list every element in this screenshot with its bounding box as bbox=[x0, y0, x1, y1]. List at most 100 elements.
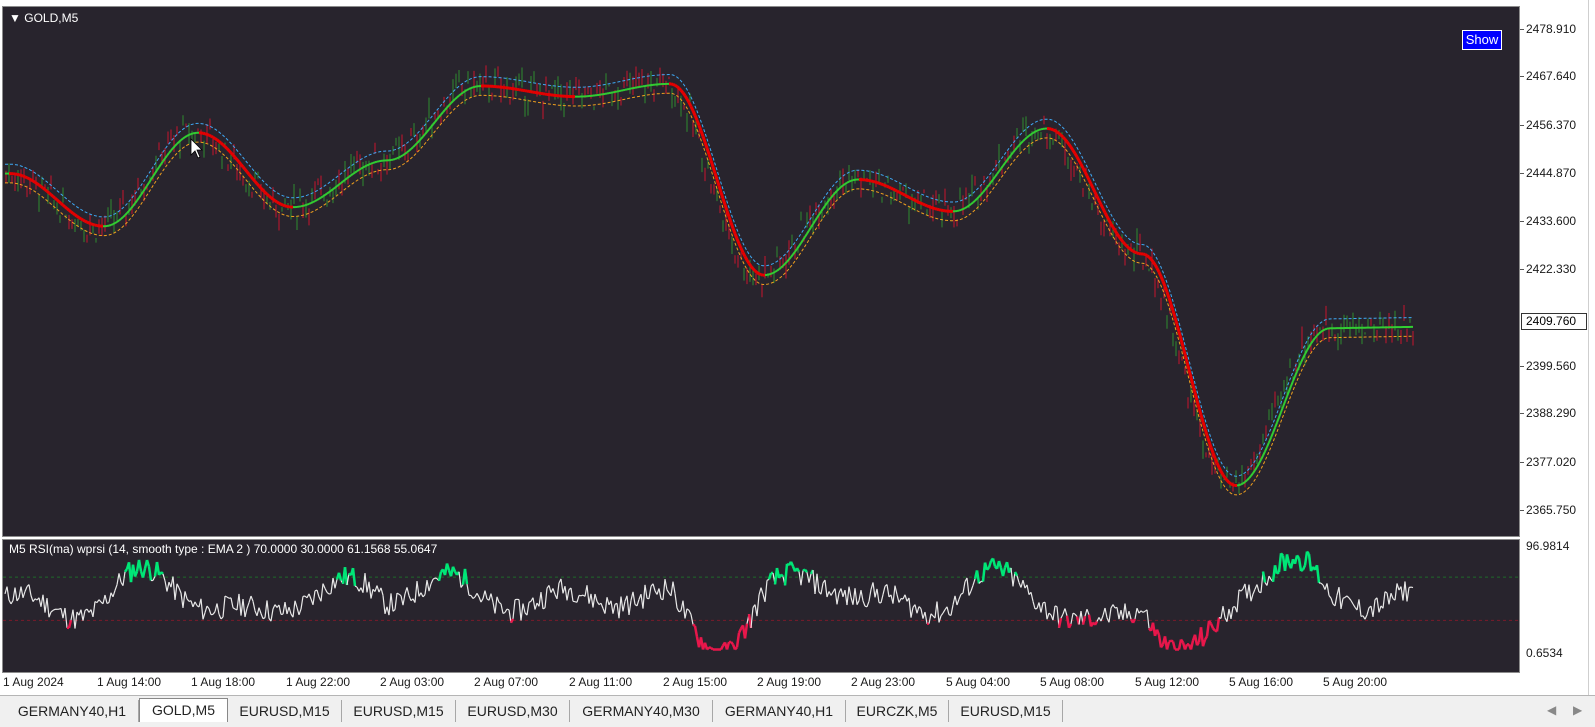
chart-tab[interactable]: GOLD,M5 bbox=[139, 698, 228, 722]
rsi-segment bbox=[757, 595, 759, 616]
ma-segment bbox=[925, 205, 927, 206]
ma-segment bbox=[1121, 239, 1123, 242]
chart-tab[interactable]: GERMANY40,H1 bbox=[713, 700, 846, 722]
ma-segment bbox=[227, 149, 229, 151]
indicator-pane[interactable]: M5 RSI(ma) wprsi (14, smooth type : EMA … bbox=[2, 539, 1520, 673]
ma-segment bbox=[401, 155, 403, 156]
indicator-axis[interactable]: 96.98140.6534 bbox=[1520, 539, 1595, 673]
ma-segment bbox=[907, 196, 909, 197]
rsi-segment bbox=[581, 595, 583, 596]
rsi-segment bbox=[317, 590, 319, 597]
rsi-segment bbox=[939, 616, 941, 623]
chart-tab[interactable]: GERMANY40,H1 bbox=[6, 700, 139, 722]
ma-segment bbox=[459, 94, 461, 96]
ma-segment bbox=[147, 183, 149, 186]
ma-segment bbox=[1053, 130, 1055, 131]
ma-segment bbox=[1069, 144, 1071, 147]
price-tick-label: 2422.330 bbox=[1526, 262, 1576, 276]
chart-tab[interactable]: EURCZK,M5 bbox=[846, 700, 949, 722]
rsi-indicator-canvas[interactable] bbox=[3, 540, 1519, 672]
ma-segment bbox=[1037, 130, 1039, 131]
ma-segment bbox=[933, 208, 935, 209]
ma-segment bbox=[715, 173, 717, 179]
ma-segment bbox=[431, 124, 433, 126]
ma-segment bbox=[839, 187, 841, 189]
ma-segment bbox=[1083, 168, 1085, 172]
rsi-segment bbox=[1373, 600, 1375, 617]
ma-segment bbox=[1109, 220, 1111, 224]
rsi-segment bbox=[1279, 553, 1281, 572]
ma-segment bbox=[1273, 428, 1275, 433]
ma-segment bbox=[1163, 281, 1165, 286]
rsi-segment bbox=[1003, 568, 1005, 577]
rsi-segment bbox=[353, 568, 355, 586]
ma-segment bbox=[207, 134, 209, 135]
ma-segment bbox=[995, 174, 997, 177]
rsi-segment bbox=[1389, 593, 1391, 604]
rsi-segment bbox=[117, 573, 119, 584]
ma-segment bbox=[727, 211, 729, 217]
rsi-segment bbox=[1205, 636, 1207, 639]
rsi-segment bbox=[1129, 611, 1131, 619]
chart-tab[interactable]: EURUSD,M15 bbox=[342, 700, 456, 722]
price-chart-pane[interactable]: ▼ GOLD,M5 Show bbox=[2, 6, 1520, 537]
rsi-segment bbox=[1329, 596, 1331, 599]
ma-segment bbox=[723, 199, 725, 205]
tab-scroll-right-icon[interactable]: ▶ bbox=[1573, 703, 1582, 717]
ma-segment bbox=[1153, 262, 1155, 265]
rsi-segment bbox=[173, 577, 175, 600]
tab-scroll-left-icon[interactable]: ◀ bbox=[1547, 703, 1556, 717]
ma-segment bbox=[273, 199, 275, 200]
ma-segment bbox=[1253, 470, 1255, 473]
rsi-segment bbox=[109, 593, 111, 603]
ma-segment bbox=[773, 272, 775, 273]
rsi-segment bbox=[937, 602, 939, 623]
ma-segment bbox=[989, 182, 991, 185]
rsi-segment bbox=[363, 573, 365, 593]
ma-segment bbox=[771, 273, 773, 274]
price-tick-mark bbox=[1520, 125, 1524, 126]
time-axis[interactable]: 1 Aug 20241 Aug 14:001 Aug 18:001 Aug 22… bbox=[0, 673, 1520, 693]
ma-segment bbox=[123, 215, 125, 217]
ma-segment bbox=[1125, 244, 1127, 246]
ma-segment bbox=[1061, 135, 1063, 137]
price-axis[interactable]: 2478.9102467.6402456.3702444.8702433.600… bbox=[1520, 6, 1595, 537]
chart-tab[interactable]: GERMANY40,M30 bbox=[570, 700, 713, 722]
ma-segment bbox=[411, 147, 413, 149]
chart-tab[interactable]: EURUSD,M30 bbox=[456, 700, 570, 722]
ma-segment bbox=[1137, 253, 1139, 254]
chart-tab[interactable]: EURUSD,M15 bbox=[949, 700, 1063, 722]
chart-tab[interactable]: EURUSD,M15 bbox=[228, 700, 342, 722]
ma-segment bbox=[1195, 393, 1197, 401]
ma-segment bbox=[1323, 329, 1325, 330]
ma-segment bbox=[63, 205, 65, 207]
ma-segment bbox=[157, 167, 159, 170]
rsi-segment bbox=[869, 590, 871, 602]
ma-segment bbox=[731, 223, 733, 229]
rsi-segment bbox=[99, 600, 101, 602]
ma-segment bbox=[679, 88, 681, 90]
rsi-segment bbox=[1365, 615, 1367, 619]
rsi-segment bbox=[43, 595, 45, 613]
time-tick-label: 1 Aug 18:00 bbox=[191, 675, 255, 689]
rsi-segment bbox=[571, 588, 573, 601]
ma-segment bbox=[267, 194, 269, 196]
rsi-segment bbox=[249, 596, 251, 603]
ma-segment bbox=[315, 200, 317, 201]
ma-segment bbox=[751, 266, 753, 268]
rsi-segment bbox=[847, 587, 849, 605]
ma-segment bbox=[689, 103, 691, 107]
ma-segment bbox=[769, 274, 771, 275]
ma-segment bbox=[805, 234, 807, 237]
rsi-segment bbox=[267, 601, 269, 619]
show-button[interactable]: Show bbox=[1462, 30, 1502, 50]
rsi-segment bbox=[327, 592, 329, 594]
price-chart-canvas[interactable] bbox=[3, 7, 1519, 536]
time-tick-label: 5 Aug 04:00 bbox=[946, 675, 1010, 689]
ma-segment bbox=[359, 169, 361, 170]
collapse-triangle-icon[interactable]: ▼ bbox=[9, 11, 21, 25]
rsi-segment bbox=[1321, 583, 1323, 585]
ma-segment bbox=[1065, 139, 1067, 141]
rsi-segment bbox=[1327, 583, 1329, 595]
rsi-segment bbox=[29, 585, 31, 596]
